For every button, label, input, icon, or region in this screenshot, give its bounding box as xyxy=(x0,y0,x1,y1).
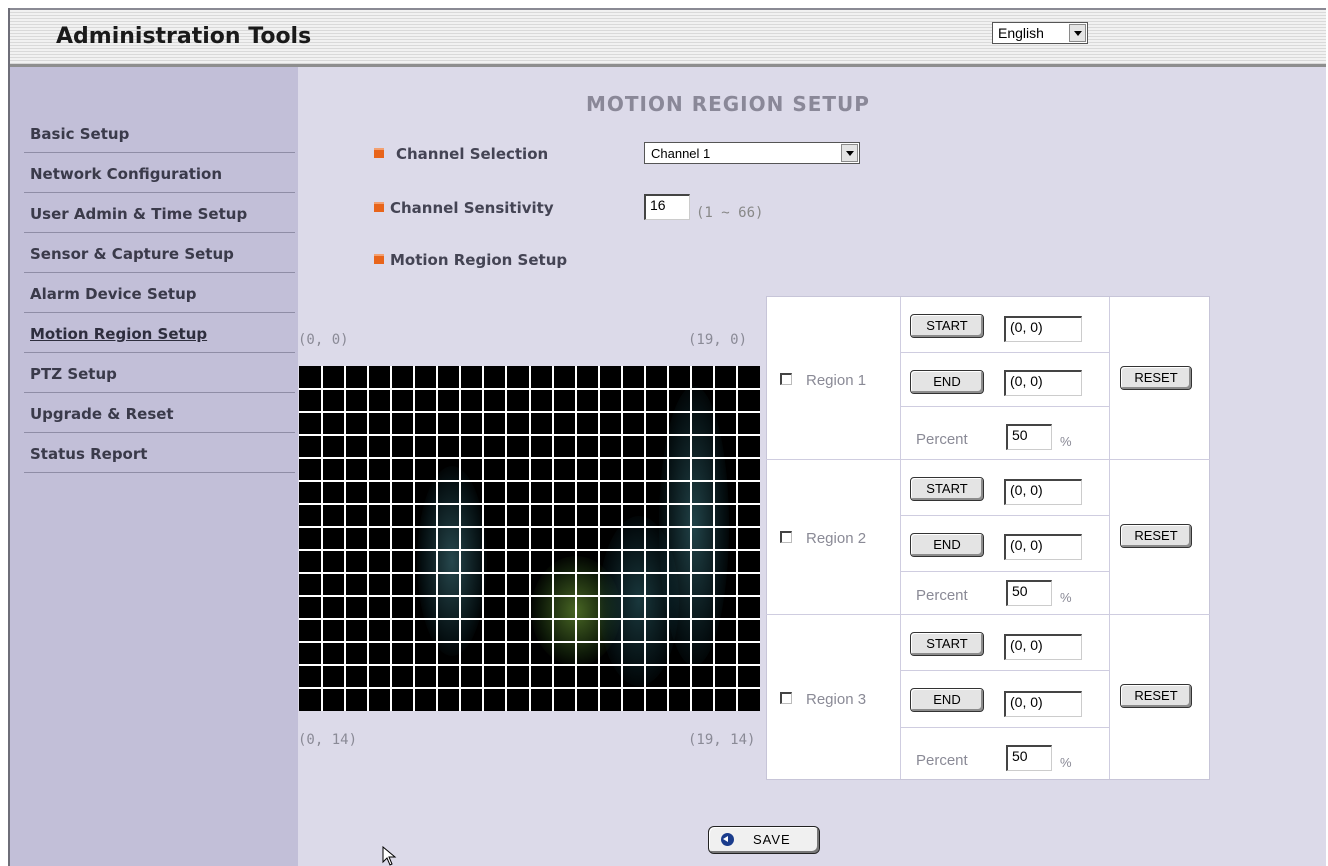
language-select[interactable]: English xyxy=(992,22,1088,44)
sidebar-item-alarm-device-setup[interactable]: Alarm Device Setup xyxy=(24,272,295,313)
channel-select[interactable]: Channel 1 xyxy=(644,142,860,164)
region-2-start-button[interactable]: START xyxy=(910,477,984,501)
table-divider xyxy=(900,515,1109,516)
channel-select-value: Channel 1 xyxy=(651,146,711,161)
sidebar-item-label: Basic Setup xyxy=(30,125,130,143)
save-button[interactable]: SAVE xyxy=(708,826,820,854)
mouse-cursor-icon xyxy=(382,846,397,866)
save-button-label: SAVE xyxy=(753,832,791,847)
region-3-percent-unit: % xyxy=(1060,755,1072,770)
region-1-start-input[interactable]: (0, 0) xyxy=(1004,316,1082,342)
region-3-end-button[interactable]: END xyxy=(910,688,984,712)
app-title: Administration Tools xyxy=(56,24,312,49)
grid-lines xyxy=(299,366,760,711)
motion-grid[interactable] xyxy=(299,366,760,711)
language-value: English xyxy=(998,25,1044,41)
region-1-checkbox[interactable] xyxy=(780,373,792,385)
region-3-reset-button[interactable]: RESET xyxy=(1120,684,1192,708)
region-1-percent-label: Percent xyxy=(916,431,968,448)
page-title: MOTION REGION SETUP xyxy=(586,92,870,116)
region-3-percent-label: Percent xyxy=(916,752,968,769)
sensitivity-range-hint: (1 ~ 66) xyxy=(696,205,764,221)
table-divider xyxy=(900,297,901,779)
region-1-label: Region 1 xyxy=(806,372,867,389)
sidebar-item-label: Status Report xyxy=(30,445,148,463)
sidebar-item-network-configuration[interactable]: Network Configuration xyxy=(24,152,295,193)
table-divider xyxy=(900,727,1109,728)
sidebar-item-label: Alarm Device Setup xyxy=(30,285,197,303)
sidebar-item-label: User Admin & Time Setup xyxy=(30,205,248,223)
region-1-reset-button[interactable]: RESET xyxy=(1120,366,1192,390)
region-3-start-button[interactable]: START xyxy=(910,632,984,656)
region-2-percent-input[interactable]: 50 xyxy=(1006,580,1052,606)
header-bar: Administration Tools English xyxy=(10,10,1326,67)
sidebar-item-label: PTZ Setup xyxy=(30,365,117,383)
region-1-start-button[interactable]: START xyxy=(910,314,984,338)
sidebar-item-motion-region-setup[interactable]: Motion Region Setup xyxy=(24,312,295,353)
sidebar-item-sensor-capture-setup[interactable]: Sensor & Capture Setup xyxy=(24,232,295,273)
region-1-percent-input[interactable]: 50 xyxy=(1006,424,1052,450)
sidebar-item-label: Motion Region Setup xyxy=(30,325,208,343)
region-1-end-input[interactable]: (0, 0) xyxy=(1004,370,1082,396)
sidebar-item-upgrade-reset[interactable]: Upgrade & Reset xyxy=(24,392,295,433)
table-divider xyxy=(900,571,1109,572)
region-1-end-button[interactable]: END xyxy=(910,370,984,394)
channel-selection-label: Channel Selection xyxy=(396,145,549,163)
chevron-down-icon[interactable] xyxy=(841,144,858,162)
region-3-label: Region 3 xyxy=(806,691,867,708)
region-3-checkbox[interactable] xyxy=(780,692,792,704)
region-2-checkbox[interactable] xyxy=(780,531,792,543)
grid-corner-top-left: (0, 0) xyxy=(298,332,349,348)
sidebar-item-label: Upgrade & Reset xyxy=(30,405,174,423)
arrow-left-icon xyxy=(721,833,734,846)
bullet-icon xyxy=(374,148,384,158)
region-2-end-input[interactable]: (0, 0) xyxy=(1004,534,1082,560)
grid-corner-bottom-right: (19, 14) xyxy=(688,732,756,748)
grid-corner-bottom-left: (0, 14) xyxy=(298,732,358,748)
table-divider xyxy=(900,352,1109,353)
sidebar: Basic Setup Network Configuration User A… xyxy=(10,67,298,866)
sidebar-item-label: Sensor & Capture Setup xyxy=(30,245,234,263)
table-divider xyxy=(900,406,1109,407)
region-1-percent-unit: % xyxy=(1060,434,1072,449)
bullet-icon xyxy=(374,202,384,212)
channel-sensitivity-label: Channel Sensitivity xyxy=(390,199,554,217)
chevron-down-icon[interactable] xyxy=(1069,24,1086,42)
grid-corner-top-right: (19, 0) xyxy=(688,332,748,348)
table-divider xyxy=(900,670,1109,671)
sidebar-item-label: Network Configuration xyxy=(30,165,222,183)
region-3-end-input[interactable]: (0, 0) xyxy=(1004,691,1082,717)
region-3-percent-input[interactable]: 50 xyxy=(1006,745,1052,771)
sidebar-item-user-admin-time-setup[interactable]: User Admin & Time Setup xyxy=(24,192,295,233)
region-3-start-input[interactable]: (0, 0) xyxy=(1004,634,1082,660)
sidebar-item-ptz-setup[interactable]: PTZ Setup xyxy=(24,352,295,393)
region-2-percent-label: Percent xyxy=(916,587,968,604)
sidebar-item-basic-setup[interactable]: Basic Setup xyxy=(24,112,295,153)
bullet-icon xyxy=(374,254,384,264)
region-2-reset-button[interactable]: RESET xyxy=(1120,524,1192,548)
table-divider xyxy=(766,459,1210,460)
table-divider xyxy=(766,614,1210,615)
region-2-label: Region 2 xyxy=(806,530,867,547)
table-divider xyxy=(1109,297,1110,779)
sidebar-item-status-report[interactable]: Status Report xyxy=(24,432,295,473)
region-2-end-button[interactable]: END xyxy=(910,533,984,557)
region-2-start-input[interactable]: (0, 0) xyxy=(1004,479,1082,505)
region-2-percent-unit: % xyxy=(1060,590,1072,605)
motion-region-setup-label: Motion Region Setup xyxy=(390,251,568,269)
sensitivity-input[interactable]: 16 xyxy=(644,194,690,220)
